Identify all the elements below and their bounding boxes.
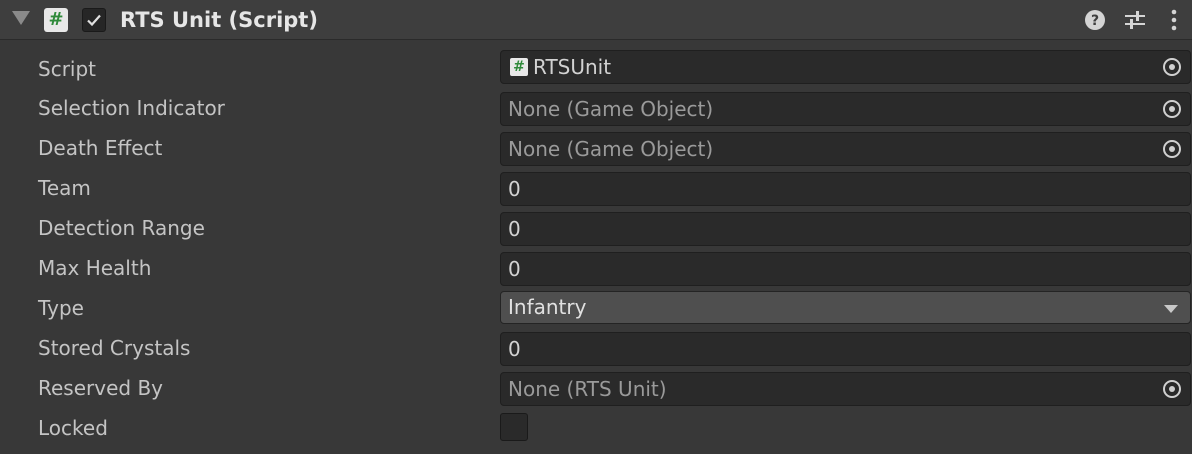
field-value: Infantry — [508, 295, 587, 319]
reserved-by-field[interactable]: None (RTS Unit) — [500, 372, 1191, 406]
script-field[interactable]: # RTSUnit — [500, 50, 1191, 84]
type-dropdown[interactable]: Infantry — [500, 291, 1191, 324]
field-value: 0 — [508, 337, 521, 361]
component-title: RTS Unit (Script) — [120, 8, 318, 32]
row-stored-crystals: Stored Crystals 0 — [0, 328, 1192, 368]
field-label: Selection Indicator — [38, 96, 225, 120]
object-picker-button[interactable] — [1154, 93, 1190, 125]
row-reserved-by: Reserved By None (RTS Unit) — [0, 368, 1192, 408]
field-value: 0 — [508, 177, 521, 201]
row-max-health: Max Health 0 — [0, 248, 1192, 288]
chevron-down-icon — [1164, 305, 1178, 313]
object-picker-icon — [1163, 100, 1181, 118]
help-icon[interactable]: ? — [1083, 8, 1107, 32]
row-type: Type Infantry — [0, 288, 1192, 328]
row-selection-indicator: Selection Indicator None (Game Object) — [0, 88, 1192, 128]
row-detection-range: Detection Range 0 — [0, 208, 1192, 248]
presets-icon[interactable] — [1123, 8, 1147, 32]
death-effect-field[interactable]: None (Game Object) — [500, 132, 1191, 166]
row-team: Team 0 — [0, 168, 1192, 208]
object-picker-button[interactable] — [1154, 373, 1190, 405]
field-value: None (Game Object) — [508, 97, 714, 121]
object-picker-icon — [1163, 380, 1181, 398]
selection-indicator-field[interactable]: None (Game Object) — [500, 92, 1191, 126]
field-label: Stored Crystals — [38, 336, 191, 360]
kebab-menu-icon[interactable] — [1162, 8, 1186, 32]
object-picker-button[interactable] — [1154, 51, 1190, 83]
object-picker-icon — [1163, 140, 1181, 158]
component-header[interactable]: # RTS Unit (Script) ? — [0, 0, 1192, 40]
field-value: None (Game Object) — [508, 137, 714, 161]
locked-checkbox[interactable] — [500, 413, 528, 441]
field-value: RTSUnit — [533, 55, 612, 79]
row-locked: Locked — [0, 408, 1192, 448]
svg-text:?: ? — [1091, 13, 1099, 29]
field-label: Type — [38, 296, 84, 320]
field-label: Script — [38, 57, 97, 81]
field-value: 0 — [508, 257, 521, 281]
field-label: Death Effect — [38, 136, 163, 160]
field-label: Max Health — [38, 256, 152, 280]
field-value: None (RTS Unit) — [508, 377, 667, 401]
stored-crystals-input[interactable]: 0 — [500, 332, 1191, 366]
foldout-arrow-icon[interactable] — [12, 11, 30, 25]
row-script: Script # RTSUnit — [0, 48, 1192, 88]
field-label: Reserved By — [38, 376, 163, 400]
script-icon: # — [44, 8, 68, 32]
detection-range-input[interactable]: 0 — [500, 212, 1191, 246]
max-health-input[interactable]: 0 — [500, 252, 1191, 286]
field-label: Locked — [38, 416, 108, 440]
field-label: Team — [38, 176, 91, 200]
team-input[interactable]: 0 — [500, 172, 1191, 206]
checkmark-icon — [87, 14, 101, 27]
object-picker-button[interactable] — [1154, 133, 1190, 165]
field-value: 0 — [508, 217, 521, 241]
script-icon: # — [510, 58, 528, 76]
field-label: Detection Range — [38, 216, 205, 240]
component-enabled-checkbox[interactable] — [82, 8, 106, 32]
row-death-effect: Death Effect None (Game Object) — [0, 128, 1192, 168]
object-picker-icon — [1163, 58, 1181, 76]
